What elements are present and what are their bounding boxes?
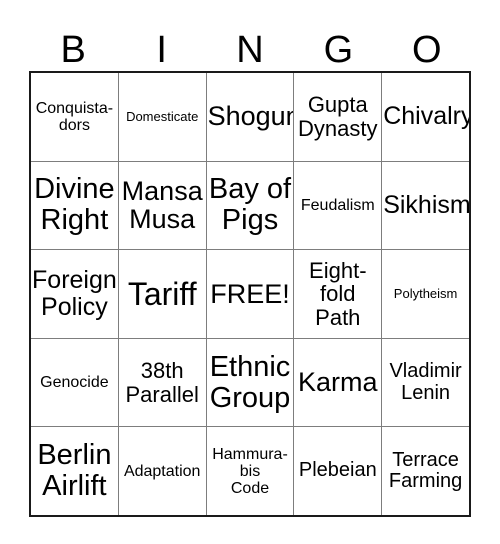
bingo-cell-n1[interactable]: Shogun <box>205 73 294 161</box>
header-letter-o: O <box>412 29 442 71</box>
bingo-cell-o5[interactable]: Terrace Farming <box>381 427 469 515</box>
bingo-cell-label: Chivalry <box>383 102 469 131</box>
bingo-cell-o2[interactable]: Sikhism <box>381 161 469 250</box>
bingo-cell-label: Ethnic Group <box>209 350 291 414</box>
bingo-cell-i1[interactable]: Domesticate <box>117 73 206 161</box>
bingo-cell-label: Karma <box>298 367 378 398</box>
free-space-label: FREE! <box>210 278 290 309</box>
table-row: Divine Right Mansa Musa Bay of Pigs Feud… <box>31 160 469 250</box>
bingo-card: B I N G O Conquista- dors Domesticate Sh… <box>29 12 471 517</box>
bingo-cell-label: Berlin Airlift <box>37 439 112 503</box>
bingo-cell-b4[interactable]: Genocide <box>31 338 118 427</box>
bingo-cell-label: 38th Parallel <box>125 358 199 407</box>
bingo-cell-label: Mansa Musa <box>121 175 203 235</box>
bingo-header: B I N G O <box>29 12 471 71</box>
header-letter-b: B <box>60 29 86 71</box>
bingo-cell-b1[interactable]: Conquista- dors <box>31 73 118 161</box>
bingo-cell-label: Adaptation <box>123 462 201 480</box>
bingo-cell-label: Genocide <box>40 374 109 392</box>
header-letter-i: I <box>156 29 167 71</box>
bingo-cell-n5[interactable]: Hammura- bis Code <box>205 427 294 515</box>
bingo-cell-label: Domesticate <box>126 108 199 124</box>
bingo-cell-g3[interactable]: Eight- fold Path <box>293 250 382 338</box>
bingo-cell-label: Hammura- bis Code <box>212 445 288 497</box>
bingo-cell-o4[interactable]: Vladimir Lenin <box>381 338 469 427</box>
bingo-cell-g1[interactable]: Gupta Dynasty <box>293 73 382 161</box>
bingo-cell-g5[interactable]: Plebeian <box>293 427 382 515</box>
bingo-cell-i5[interactable]: Adaptation <box>117 427 206 515</box>
bingo-cell-label: Vladimir Lenin <box>389 360 462 404</box>
bingo-cell-o1[interactable]: Chivalry <box>381 73 469 161</box>
bingo-cell-label: Sikhism <box>383 191 469 220</box>
bingo-cell-i3[interactable]: Tariff <box>117 250 206 338</box>
bingo-cell-b5[interactable]: Berlin Airlift <box>31 427 118 515</box>
bingo-cell-g4[interactable]: Karma <box>293 338 382 427</box>
bingo-cell-label: Polytheism <box>393 286 458 302</box>
bingo-cell-n2[interactable]: Bay of Pigs <box>205 161 294 250</box>
bingo-cell-g2[interactable]: Feudalism <box>293 161 382 250</box>
header-letter-n: N <box>236 29 264 71</box>
bingo-cell-label: Terrace Farming <box>388 448 463 493</box>
bingo-cell-b3[interactable]: Foreign Policy <box>31 250 118 338</box>
table-row: Berlin Airlift Adaptation Hammura- bis C… <box>31 426 469 515</box>
bingo-cell-i4[interactable]: 38th Parallel <box>117 338 206 427</box>
bingo-cell-label: Foreign Policy <box>32 266 117 321</box>
bingo-cell-label: Tariff <box>127 275 197 312</box>
table-row: Foreign Policy Tariff FREE! Eight- fold … <box>31 249 469 338</box>
bingo-cell-label: Shogun <box>207 101 294 132</box>
bingo-cell-label: Gupta Dynasty <box>298 92 378 141</box>
bingo-cell-label: Divine Right <box>34 173 115 237</box>
bingo-cell-free-space[interactable]: FREE! <box>205 250 294 338</box>
bingo-cell-label: Bay of Pigs <box>208 173 292 237</box>
bingo-cell-o3[interactable]: Polytheism <box>381 250 469 338</box>
bingo-cell-label: Feudalism <box>300 196 375 214</box>
bingo-cell-label: Conquista- dors <box>35 99 114 134</box>
bingo-cell-i2[interactable]: Mansa Musa <box>117 161 206 250</box>
table-row: Genocide 38th Parallel Ethnic Group Karm… <box>31 337 469 427</box>
table-row: Conquista- dors Domesticate Shogun Gupta… <box>31 73 469 161</box>
bingo-cell-label: Plebeian <box>298 459 377 482</box>
header-letter-g: G <box>323 29 354 71</box>
bingo-grid: Conquista- dors Domesticate Shogun Gupta… <box>29 71 471 517</box>
bingo-cell-n4[interactable]: Ethnic Group <box>205 338 294 427</box>
bingo-cell-b2[interactable]: Divine Right <box>31 161 118 250</box>
bingo-cell-label: Eight- fold Path <box>309 257 367 330</box>
